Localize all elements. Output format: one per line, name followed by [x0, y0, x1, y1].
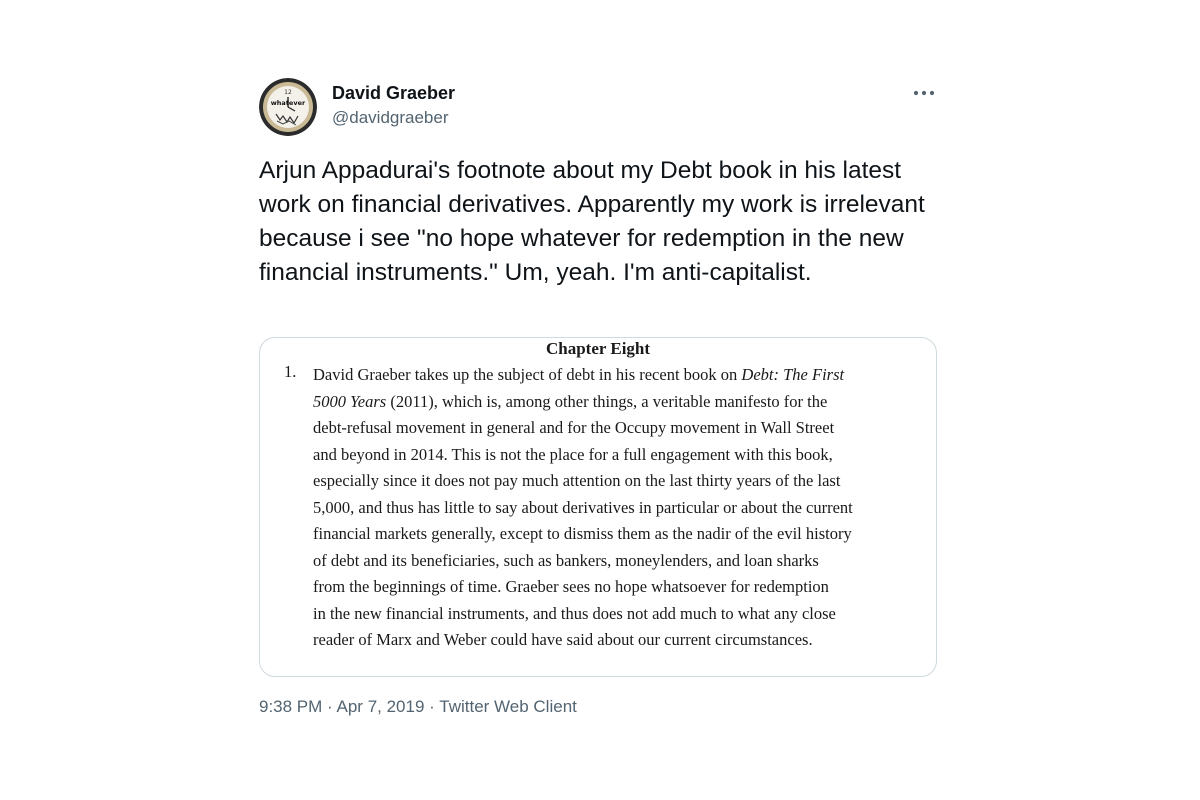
tweet-time[interactable]: 9:38 PM: [259, 697, 322, 716]
tweet-text: Arjun Appadurai's footnote about my Debt…: [259, 157, 925, 286]
footnote-line: 5000 Years (2011), which is, among other…: [313, 391, 828, 411]
tweet-source-link[interactable]: Twitter Web Client: [439, 697, 577, 716]
author-name[interactable]: David Graeber: [332, 83, 455, 104]
footnote-text: David Graeber takes up the subject of de…: [313, 362, 923, 654]
footnote-line: especially since it does not pay much at…: [313, 471, 841, 490]
footnote-line: 5,000, and thus has little to say about …: [313, 497, 853, 517]
footnote-line: David Graeber takes up the subject of de…: [313, 365, 845, 384]
footnote-line: in the new financial instruments, and th…: [313, 603, 836, 623]
tweet-metadata: 9:38 PM · Apr 7, 2019 · Twitter Web Clie…: [259, 697, 577, 717]
footnote-line: of debt and its beneficiaries, such as b…: [313, 550, 819, 570]
chapter-title: Chapter Eight: [545, 339, 651, 358]
more-options-button[interactable]: [911, 84, 937, 102]
footnote-line: and beyond in 2014. This is not the plac…: [313, 444, 833, 464]
footnote-line: financial markets generally, except to d…: [313, 524, 852, 543]
clock-whatever-avatar-icon: 12 whatever: [259, 78, 317, 136]
meta-separator: ·: [429, 697, 435, 716]
avatar-text: whatever: [271, 99, 306, 107]
more-horizontal-icon: [913, 90, 935, 96]
author-handle[interactable]: @davidgraeber: [332, 108, 449, 128]
tweet-image[interactable]: Chapter Eight 1. David Graeber takes up …: [259, 337, 937, 677]
footnote-number: 1.: [284, 362, 297, 381]
meta-separator: ·: [327, 697, 333, 716]
tweet: 12 whatever David Graeber @davidgraeber …: [259, 78, 939, 728]
footnote-line: debt-refusal movement in general and for…: [313, 418, 835, 437]
footnote-line: reader of Marx and Weber could have said…: [313, 630, 813, 649]
svg-text:12: 12: [284, 89, 292, 96]
footnote-line: from the beginnings of time. Graeber see…: [313, 577, 829, 596]
tweet-date[interactable]: Apr 7, 2019: [337, 697, 425, 716]
author-avatar[interactable]: 12 whatever: [259, 78, 317, 136]
